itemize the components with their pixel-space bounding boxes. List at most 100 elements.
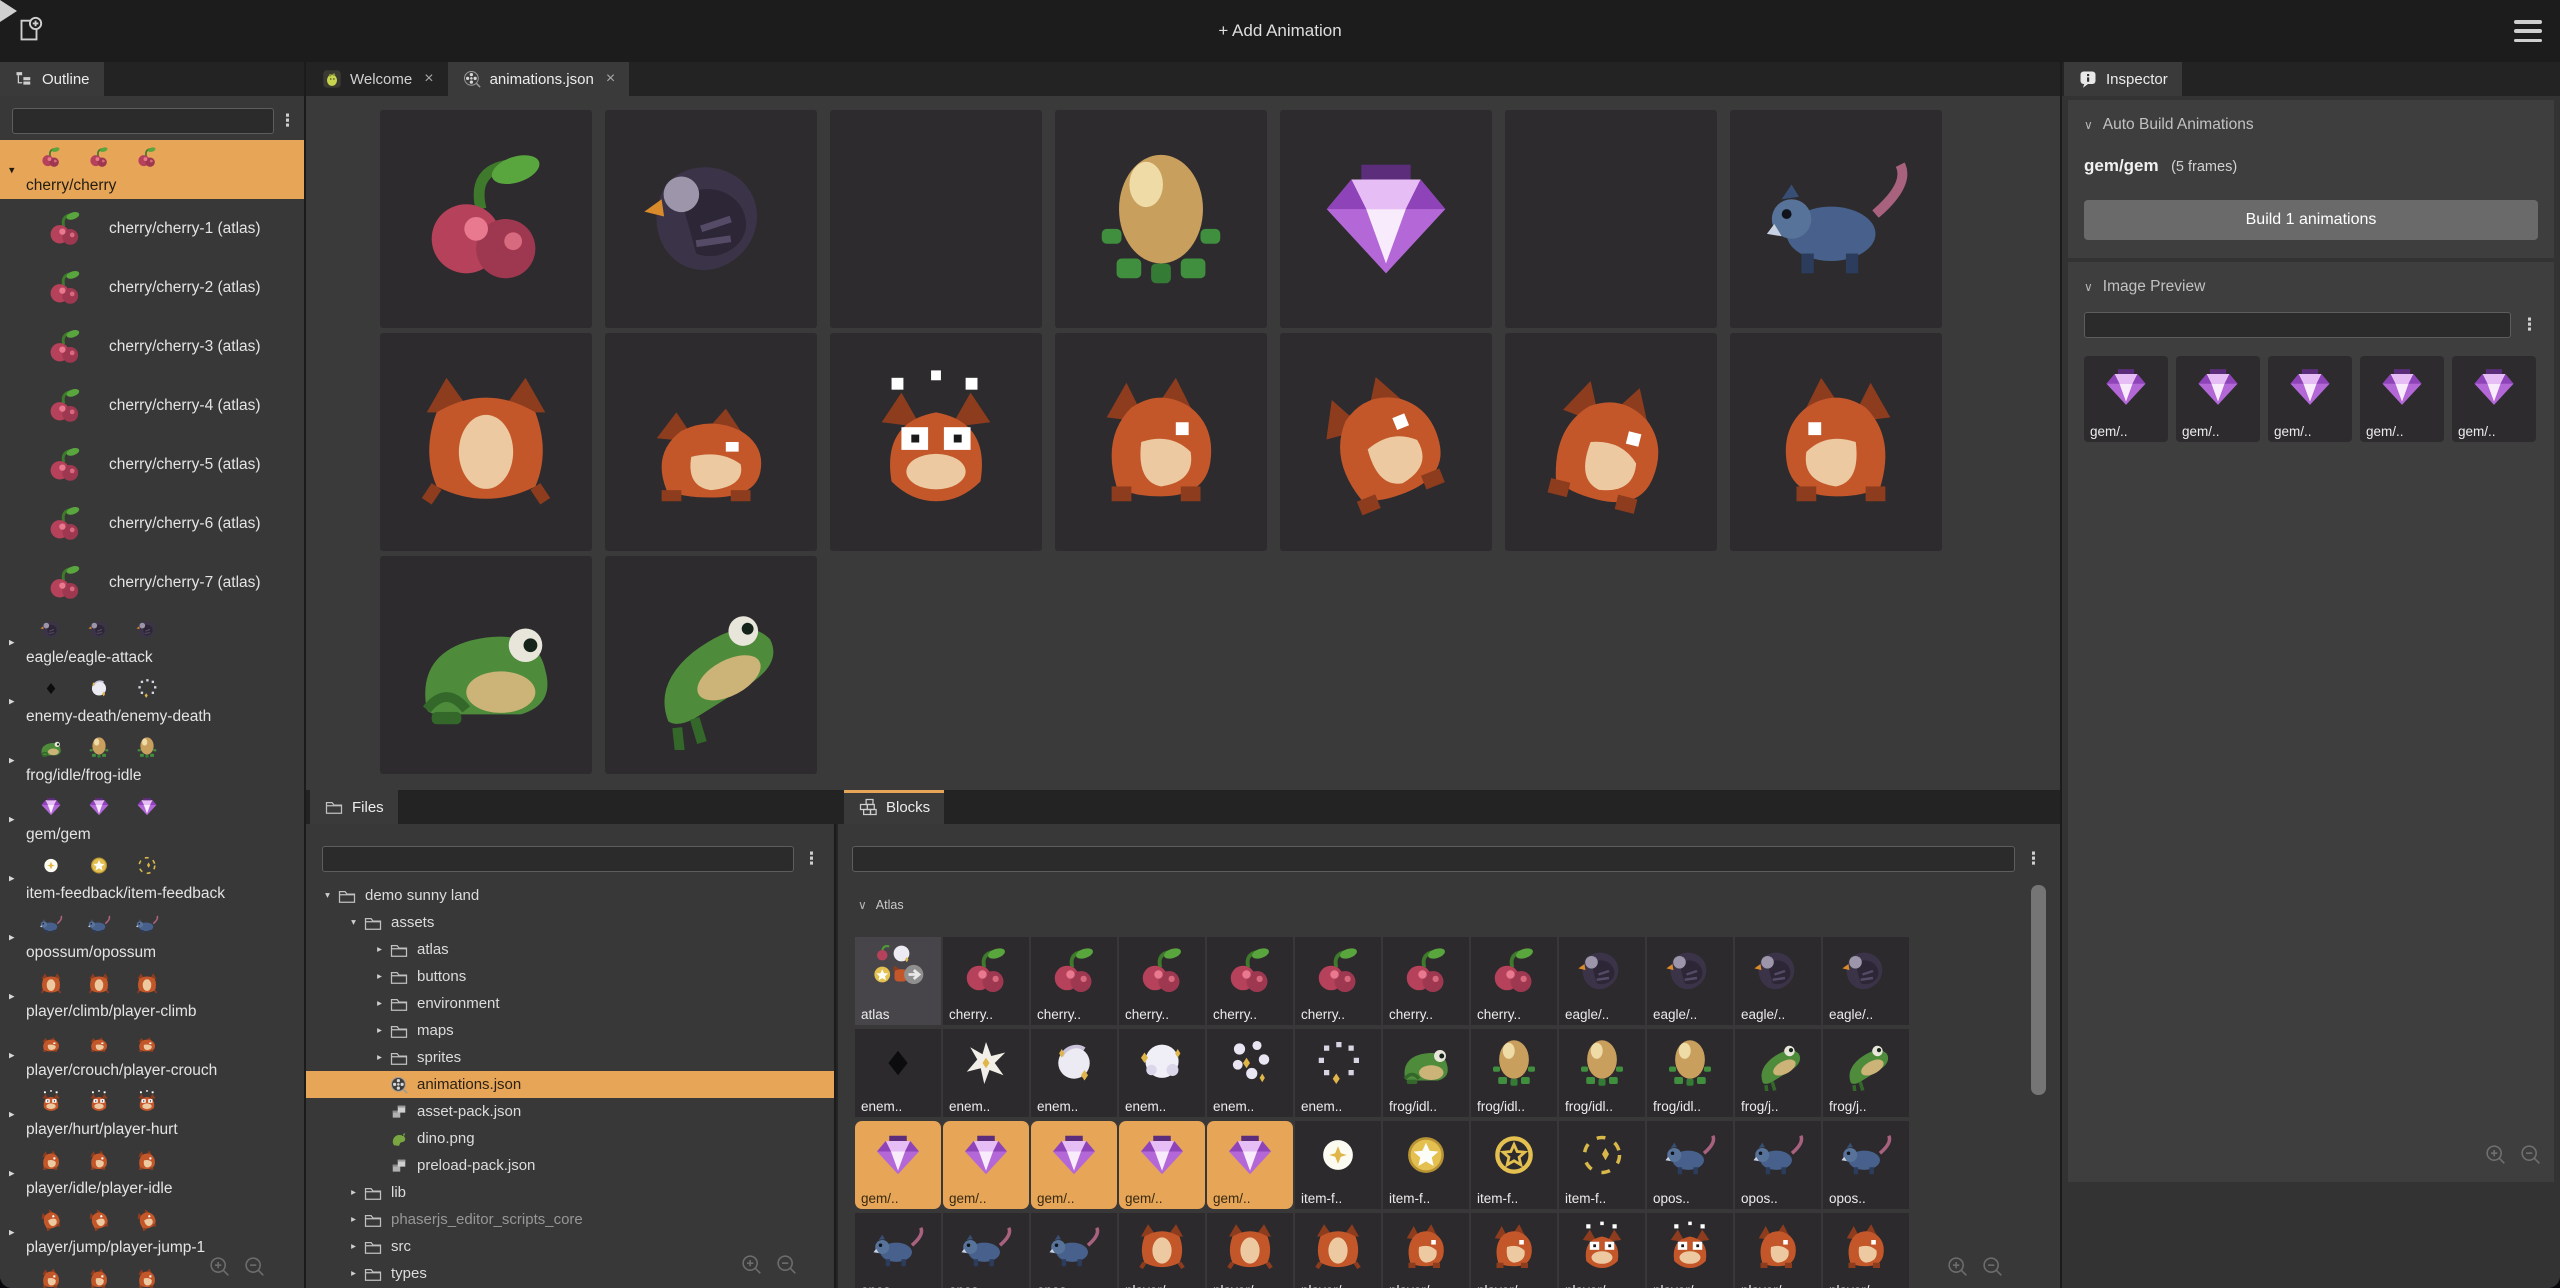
zoom-out-icon[interactable] [1981, 1255, 2006, 1280]
blocks-section-header[interactable]: ∨ Atlas [858, 898, 904, 912]
tab-animations-json[interactable]: animations.json × [447, 62, 630, 96]
outline-group-item[interactable]: ▸ player/idle/player-idle [0, 1143, 304, 1202]
block-tile[interactable]: enem.. [1119, 1029, 1205, 1117]
block-tile[interactable]: opos.. [1735, 1121, 1821, 1209]
block-tile[interactable]: eagle/.. [1735, 937, 1821, 1025]
outline-group-item[interactable]: ▸ player/hurt/player-hurt [0, 1084, 304, 1143]
files-tree-item[interactable]: dino.png [306, 1125, 834, 1152]
files-tree-item[interactable]: asset-pack.json [306, 1098, 834, 1125]
block-tile[interactable]: cherry.. [1295, 937, 1381, 1025]
animation-cell[interactable] [380, 556, 592, 774]
chevron-right-icon[interactable]: ▸ [372, 1025, 387, 1036]
chevron-right-icon[interactable]: ▸ [9, 930, 15, 943]
chevron-right-icon[interactable]: ▸ [9, 1284, 15, 1288]
chevron-right-icon[interactable]: ▸ [9, 1048, 15, 1061]
preview-tile[interactable]: gem/.. [2360, 356, 2444, 442]
chevron-right-icon[interactable]: ▸ [372, 998, 387, 1009]
block-tile[interactable]: player/ [1735, 1213, 1821, 1288]
chevron-down-icon[interactable]: ▾ [346, 917, 361, 928]
block-tile[interactable]: opos.. [1647, 1121, 1733, 1209]
files-tree-item[interactable]: ▸ environment [306, 990, 834, 1017]
block-tile[interactable]: cherry.. [1207, 937, 1293, 1025]
outline-group-item[interactable]: ▸ eagle/eagle-attack [0, 612, 304, 671]
chevron-right-icon[interactable]: ▸ [9, 1107, 15, 1120]
block-tile[interactable]: gem/.. [1207, 1121, 1293, 1209]
files-tree-item[interactable]: ▸ maps [306, 1017, 834, 1044]
chevron-right-icon[interactable]: ▸ [372, 944, 387, 955]
outline-group-item[interactable]: ▸ opossum/opossum [0, 907, 304, 966]
block-tile[interactable]: player/ [1471, 1213, 1557, 1288]
zoom-out-icon[interactable] [2519, 1143, 2544, 1168]
outline-frame-item[interactable]: cherry/cherry-7 (atlas) [0, 553, 304, 612]
outline-group-item[interactable]: ▸ player/climb/player-climb [0, 966, 304, 1025]
block-tile[interactable]: player/ [1383, 1213, 1469, 1288]
block-tile[interactable]: opos.. [943, 1213, 1029, 1288]
blocks-menu-icon[interactable]: ⋮ [2025, 846, 2042, 872]
animation-cell[interactable] [830, 110, 1042, 328]
animation-cell[interactable] [1730, 110, 1942, 328]
block-tile[interactable]: player/ [1823, 1213, 1909, 1288]
block-tile[interactable]: frog/idl.. [1559, 1029, 1645, 1117]
outline-frame-item[interactable]: cherry/cherry-1 (atlas) [0, 199, 304, 258]
outline-frame-item[interactable]: cherry/cherry-2 (atlas) [0, 258, 304, 317]
animation-cell[interactable] [1280, 333, 1492, 551]
block-tile[interactable]: frog/idl.. [1383, 1029, 1469, 1117]
chevron-right-icon[interactable]: ▸ [372, 971, 387, 982]
outline-group-item[interactable]: ▸ player/jump/player-jump-1 [0, 1202, 304, 1261]
block-tile[interactable]: enem.. [1295, 1029, 1381, 1117]
zoom-out-icon[interactable] [775, 1253, 800, 1278]
block-tile[interactable]: player/ [1119, 1213, 1205, 1288]
chevron-right-icon[interactable]: ▸ [372, 1052, 387, 1063]
chevron-right-icon[interactable]: ▸ [9, 635, 15, 648]
animation-cell[interactable] [605, 110, 817, 328]
preview-tile[interactable]: gem/.. [2452, 356, 2536, 442]
animation-cell[interactable] [605, 556, 817, 774]
files-tree-item[interactable]: preload-pack.json [306, 1152, 834, 1179]
block-tile[interactable]: eagle/.. [1823, 937, 1909, 1025]
outline-group-item[interactable]: ▸ gem/gem [0, 789, 304, 848]
block-tile[interactable]: gem/.. [1031, 1121, 1117, 1209]
add-animation-button[interactable]: + Add Animation [0, 0, 2560, 62]
animation-cell[interactable] [1505, 333, 1717, 551]
chevron-right-icon[interactable]: ▸ [9, 812, 15, 825]
block-tile[interactable]: item-f.. [1383, 1121, 1469, 1209]
chevron-right-icon[interactable]: ▸ [9, 989, 15, 1002]
chevron-right-icon[interactable]: ▸ [346, 1214, 361, 1225]
files-tree-item[interactable]: ▸ phaserjs_editor_scripts_core [306, 1206, 834, 1233]
animation-cell[interactable] [1505, 110, 1717, 328]
chevron-right-icon[interactable]: ▸ [346, 1187, 361, 1198]
outline-group-item[interactable]: ▸ player/crouch/player-crouch [0, 1025, 304, 1084]
hamburger-menu-icon[interactable] [2514, 20, 2542, 42]
auto-build-header[interactable]: ∨ Auto Build Animations [2084, 116, 2538, 134]
tab-blocks[interactable]: Blocks [844, 790, 945, 824]
block-tile[interactable]: frog/idl.. [1647, 1029, 1733, 1117]
zoom-in-icon[interactable] [740, 1253, 765, 1278]
chevron-right-icon[interactable]: ▸ [9, 1166, 15, 1179]
chevron-right-icon[interactable]: ▸ [9, 694, 15, 707]
zoom-in-icon[interactable] [2484, 1143, 2509, 1168]
block-tile[interactable]: opos.. [1823, 1121, 1909, 1209]
block-tile[interactable]: player/ [1207, 1213, 1293, 1288]
animation-cell[interactable] [605, 333, 817, 551]
outline-menu-icon[interactable]: ⋮ [279, 108, 296, 134]
block-tile[interactable]: cherry.. [1383, 937, 1469, 1025]
files-tree-item[interactable]: ▸ lib [306, 1179, 834, 1206]
block-tile[interactable]: eagle/.. [1559, 937, 1645, 1025]
block-tile[interactable]: frog/j.. [1735, 1029, 1821, 1117]
block-tile[interactable]: opos.. [1031, 1213, 1117, 1288]
animation-cell[interactable] [830, 333, 1042, 551]
outline-frame-item[interactable]: cherry/cherry-4 (atlas) [0, 376, 304, 435]
chevron-down-icon[interactable]: ▾ [9, 163, 15, 176]
outline-frame-item[interactable]: cherry/cherry-5 (atlas) [0, 435, 304, 494]
outline-search-input[interactable] [12, 108, 274, 134]
block-tile[interactable]: item-f.. [1559, 1121, 1645, 1209]
chevron-right-icon[interactable]: ▸ [9, 753, 15, 766]
outline-frame-item[interactable]: cherry/cherry-6 (atlas) [0, 494, 304, 553]
block-tile[interactable]: gem/.. [1119, 1121, 1205, 1209]
files-tree-item[interactable]: ▸ atlas [306, 936, 834, 963]
block-tile[interactable]: cherry.. [943, 937, 1029, 1025]
block-tile[interactable]: frog/idl.. [1471, 1029, 1557, 1117]
animation-cell[interactable] [1055, 333, 1267, 551]
animation-cell[interactable] [380, 110, 592, 328]
image-preview-search-input[interactable] [2084, 312, 2511, 338]
